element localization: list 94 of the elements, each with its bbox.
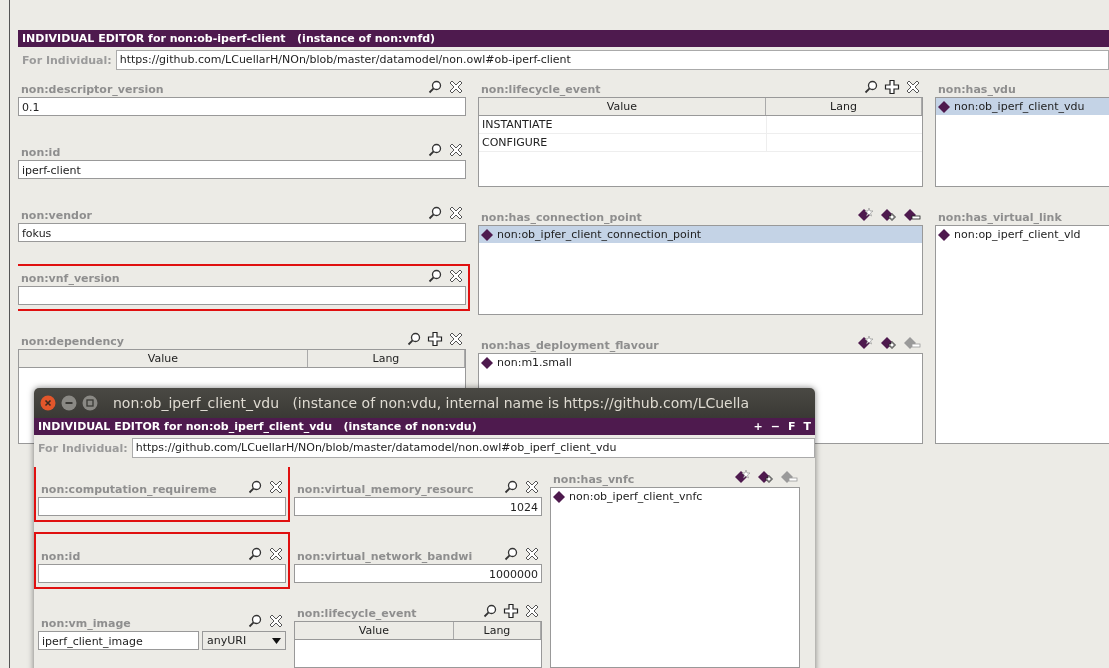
editor-title: INDIVIDUAL EDITOR for non:ob-iperf-client (instance of non:vnfd) — [22, 31, 437, 47]
property-label: non:has_vdu — [937, 83, 1017, 97]
delete-icon[interactable] — [448, 268, 464, 284]
property-label: non:id — [20, 146, 62, 160]
individual-item[interactable]: non:op_iperf_client_vld — [936, 226, 1109, 243]
column-header[interactable]: Lang — [765, 98, 922, 115]
add-individual-icon[interactable] — [880, 335, 898, 351]
value-field[interactable]: iperf-client — [18, 160, 466, 179]
value-field[interactable] — [18, 286, 466, 305]
remove-individual-icon[interactable] — [903, 207, 921, 223]
search-icon[interactable] — [482, 603, 498, 619]
search-icon[interactable] — [427, 79, 443, 95]
property-label: non:has_virtual_link — [937, 211, 1063, 225]
column-header[interactable]: Value — [295, 622, 454, 639]
individual-item[interactable]: non:ob_ipfer_client_connection_point — [479, 226, 922, 243]
delete-icon[interactable] — [268, 613, 284, 629]
value-field[interactable]: 1000000 — [294, 564, 542, 583]
dropdown-arrow-icon — [272, 637, 281, 644]
delete-icon[interactable] — [448, 142, 464, 158]
value-field[interactable] — [38, 497, 286, 516]
value-field[interactable]: 1024 — [294, 497, 542, 516]
for-individual-label: For Individual: — [21, 53, 113, 67]
search-icon[interactable] — [427, 268, 443, 284]
toolbar-button[interactable]: − — [766, 418, 784, 435]
add-icon[interactable] — [884, 79, 900, 95]
toolbar-button[interactable]: T — [799, 418, 815, 435]
search-icon[interactable] — [247, 479, 263, 495]
minimize-icon[interactable] — [61, 395, 77, 411]
property-label: non:has_vnfc — [552, 473, 636, 487]
property-label: non:vnf_version — [20, 272, 121, 286]
delete-icon[interactable] — [448, 331, 464, 347]
diamond-icon — [481, 356, 493, 369]
search-icon[interactable] — [503, 479, 519, 495]
new-individual-icon[interactable] — [857, 335, 875, 351]
column-header[interactable]: Lang — [307, 350, 465, 367]
maximize-icon[interactable] — [82, 395, 98, 411]
datatype-dropdown[interactable]: anyURI — [202, 631, 286, 650]
toolbar-button[interactable]: F — [783, 418, 800, 435]
delete-icon[interactable] — [524, 479, 540, 495]
property-label: non:virtual_memory_resourc — [296, 483, 475, 497]
table-cell-text: INSTANTIATE — [481, 117, 554, 133]
individual-item[interactable]: non:ob_iperf_client_vnfc — [551, 488, 799, 505]
search-icon[interactable] — [503, 546, 519, 562]
property-label: non:virtual_network_bandwi — [296, 550, 474, 564]
add-individual-icon[interactable] — [757, 469, 775, 485]
property-label: non:id — [40, 550, 82, 564]
search-icon[interactable] — [427, 142, 443, 158]
value-field[interactable] — [38, 564, 286, 583]
table-cell-text: CONFIGURE — [481, 135, 549, 151]
property-label: non:computation_requireme — [40, 483, 218, 497]
add-icon[interactable] — [503, 603, 519, 619]
toolbar-button[interactable]: + — [749, 418, 767, 435]
property-label: non:vendor — [20, 209, 93, 223]
property-label: non:descriptor_version — [20, 83, 165, 97]
delete-icon[interactable] — [448, 79, 464, 95]
property-label: non:lifecycle_event — [480, 83, 602, 97]
value-field[interactable]: fokus — [18, 223, 466, 242]
column-header[interactable]: Value — [479, 98, 766, 115]
iri-field[interactable]: https://github.com/LCuellarH/NOn/blob/master/datamodel/non.owl#ob_iperf_client_vdu — [131, 438, 815, 458]
delete-icon[interactable] — [524, 603, 540, 619]
search-icon[interactable] — [427, 205, 443, 221]
value-field[interactable]: 0.1 — [18, 97, 466, 116]
column-header[interactable]: Value — [19, 350, 308, 367]
new-individual-icon[interactable] — [734, 469, 752, 485]
search-icon[interactable] — [247, 546, 263, 562]
for-individual-label: For Individual: — [37, 441, 129, 455]
individual-item[interactable]: non:m1.small — [479, 354, 922, 371]
add-icon[interactable] — [427, 331, 443, 347]
diamond-icon — [553, 490, 565, 503]
property-label: non:has_connection_point — [480, 211, 643, 225]
search-icon[interactable] — [247, 613, 263, 629]
delete-icon[interactable] — [905, 79, 921, 95]
delete-icon[interactable] — [268, 479, 284, 495]
search-icon[interactable] — [406, 331, 422, 347]
property-label: non:vm_image — [40, 617, 132, 631]
search-icon[interactable] — [863, 79, 879, 95]
diamond-icon — [938, 228, 950, 241]
value-field[interactable]: iperf_client_image — [38, 631, 199, 650]
individual-item[interactable]: non:ob_iperf_client_vdu — [936, 98, 1109, 115]
new-individual-icon[interactable] — [857, 207, 875, 223]
property-label: non:has_deployment_flavour — [480, 339, 660, 353]
property-label: non:lifecycle_event — [296, 607, 418, 621]
window-title: non:ob_iperf_client_vdu (instance of non:vdu, internal name is https://github.com/LCuella — [113, 395, 750, 411]
delete-icon[interactable] — [524, 546, 540, 562]
editor-title: INDIVIDUAL EDITOR for non:ob_iperf_client_vdu (instance of non:vdu) — [38, 419, 478, 435]
diamond-icon — [481, 228, 493, 241]
diamond-icon — [938, 100, 950, 113]
close-icon[interactable] — [40, 395, 56, 411]
add-individual-icon[interactable] — [880, 207, 898, 223]
delete-icon[interactable] — [268, 546, 284, 562]
delete-icon[interactable] — [448, 205, 464, 221]
iri-field[interactable]: https://github.com/LCuellarH/NOn/blob/master/datamodel/non.owl#ob-iperf-client — [115, 50, 1109, 70]
property-label: non:dependency — [20, 335, 125, 349]
column-header[interactable]: Lang — [453, 622, 541, 639]
